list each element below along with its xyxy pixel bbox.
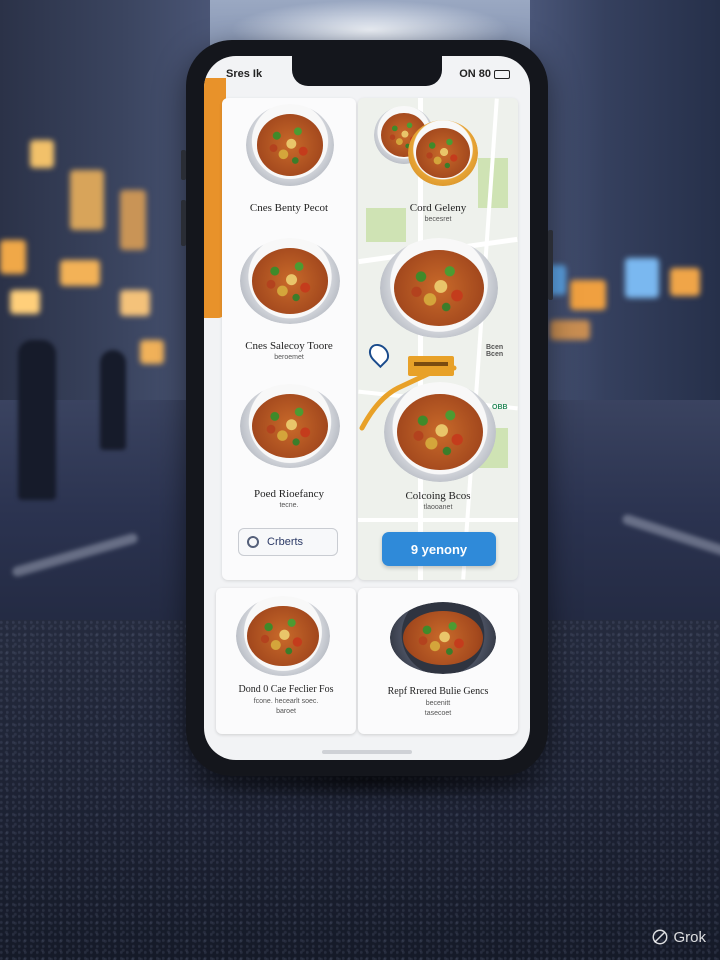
restaurant-card[interactable]: Dond 0 Cae Feclier Fos fcone. hecearlt s… [216, 588, 356, 734]
item-subtitle: tecne. [279, 502, 299, 509]
dish-image [390, 602, 496, 674]
lane-marking [11, 532, 139, 578]
list-item[interactable]: Cord Geleny becesret [358, 98, 518, 228]
list-item[interactable]: Cnes Benty Pecot [222, 98, 356, 228]
home-indicator[interactable] [322, 750, 412, 754]
window-light [30, 140, 54, 168]
status-right-text: ON 80 [459, 68, 491, 80]
item-title: Colcoing Bcos [405, 490, 471, 502]
smartphone: Sres Ik ON 80 Cnes Benty Pecot Cnes Sale… [181, 40, 553, 776]
card-title: Repf Rrered Bulie Gencs [387, 686, 489, 697]
dish-image [236, 596, 330, 676]
list-item[interactable]: Poed Rioefancy tecne. [222, 384, 356, 514]
item-title: Poed Rioefancy [254, 488, 324, 500]
side-button [181, 150, 186, 180]
dish-image [246, 104, 334, 186]
restaurant-card[interactable]: Repf Rrered Bulie Gencs becenitt tasecoe… [358, 588, 518, 734]
window-light [60, 260, 100, 286]
side-button [548, 230, 553, 300]
item-title: Cnes Benty Pecot [249, 202, 329, 214]
dish-image [380, 238, 498, 338]
item-subtitle: becesret [424, 216, 452, 223]
dish-image [384, 382, 496, 482]
list-item[interactable]: Colcoing Bcos tlaooanet [358, 382, 518, 522]
item-title: Cnes Salecoy Toore [245, 340, 333, 352]
filter-chip[interactable]: Crberts [238, 528, 338, 556]
item-subtitle: tlaooanet [423, 504, 453, 511]
map-view[interactable]: Bcen Bcen OBB Cord Geleny becesret Colco… [358, 98, 518, 580]
item-subtitle: beroemet [274, 354, 304, 361]
window-light [0, 240, 26, 274]
card-line: fcone. hecearlt soec. [253, 698, 319, 705]
status-text: Sres Ik [226, 68, 263, 80]
window-light [10, 290, 40, 314]
target-icon [247, 536, 259, 548]
chip-label: Crberts [267, 536, 304, 548]
card-line: tasecoet [424, 710, 452, 717]
item-title: Cord Geleny [409, 202, 467, 214]
side-button [181, 200, 186, 246]
status-indicators: ON 80 [459, 68, 510, 80]
lane-marking [621, 513, 720, 557]
window-light [550, 320, 590, 340]
window-light [140, 340, 164, 364]
phone-screen: Sres Ik ON 80 Cnes Benty Pecot Cnes Sale… [204, 56, 530, 760]
pedestrian [18, 340, 56, 500]
card-line: becenitt [425, 700, 451, 707]
battery-icon [494, 69, 510, 79]
window-light [670, 268, 700, 296]
window-light [70, 170, 104, 230]
watermark: Grok [651, 928, 706, 946]
restaurant-list: Cnes Benty Pecot Cnes Salecoy Toore bero… [222, 98, 356, 580]
dish-image [408, 120, 478, 186]
window-light [570, 280, 606, 310]
dish-image [240, 238, 340, 324]
window-light [120, 190, 146, 250]
window-light [120, 290, 150, 316]
building-right [530, 0, 720, 430]
card-title: Dond 0 Cae Feclier Fos [238, 684, 334, 695]
grok-logo-icon [653, 929, 668, 945]
map-tag: Bcen Bcen [486, 344, 504, 358]
watermark-label: Grok [673, 928, 706, 946]
window-light [625, 258, 659, 298]
list-item[interactable]: Cnes Salecoy Toore beroemet [222, 238, 356, 368]
order-button[interactable]: 9 yenony [382, 532, 496, 566]
notch [292, 56, 442, 86]
card-line: baroet [276, 708, 296, 715]
dish-image [240, 384, 340, 468]
pedestrian [100, 350, 126, 450]
